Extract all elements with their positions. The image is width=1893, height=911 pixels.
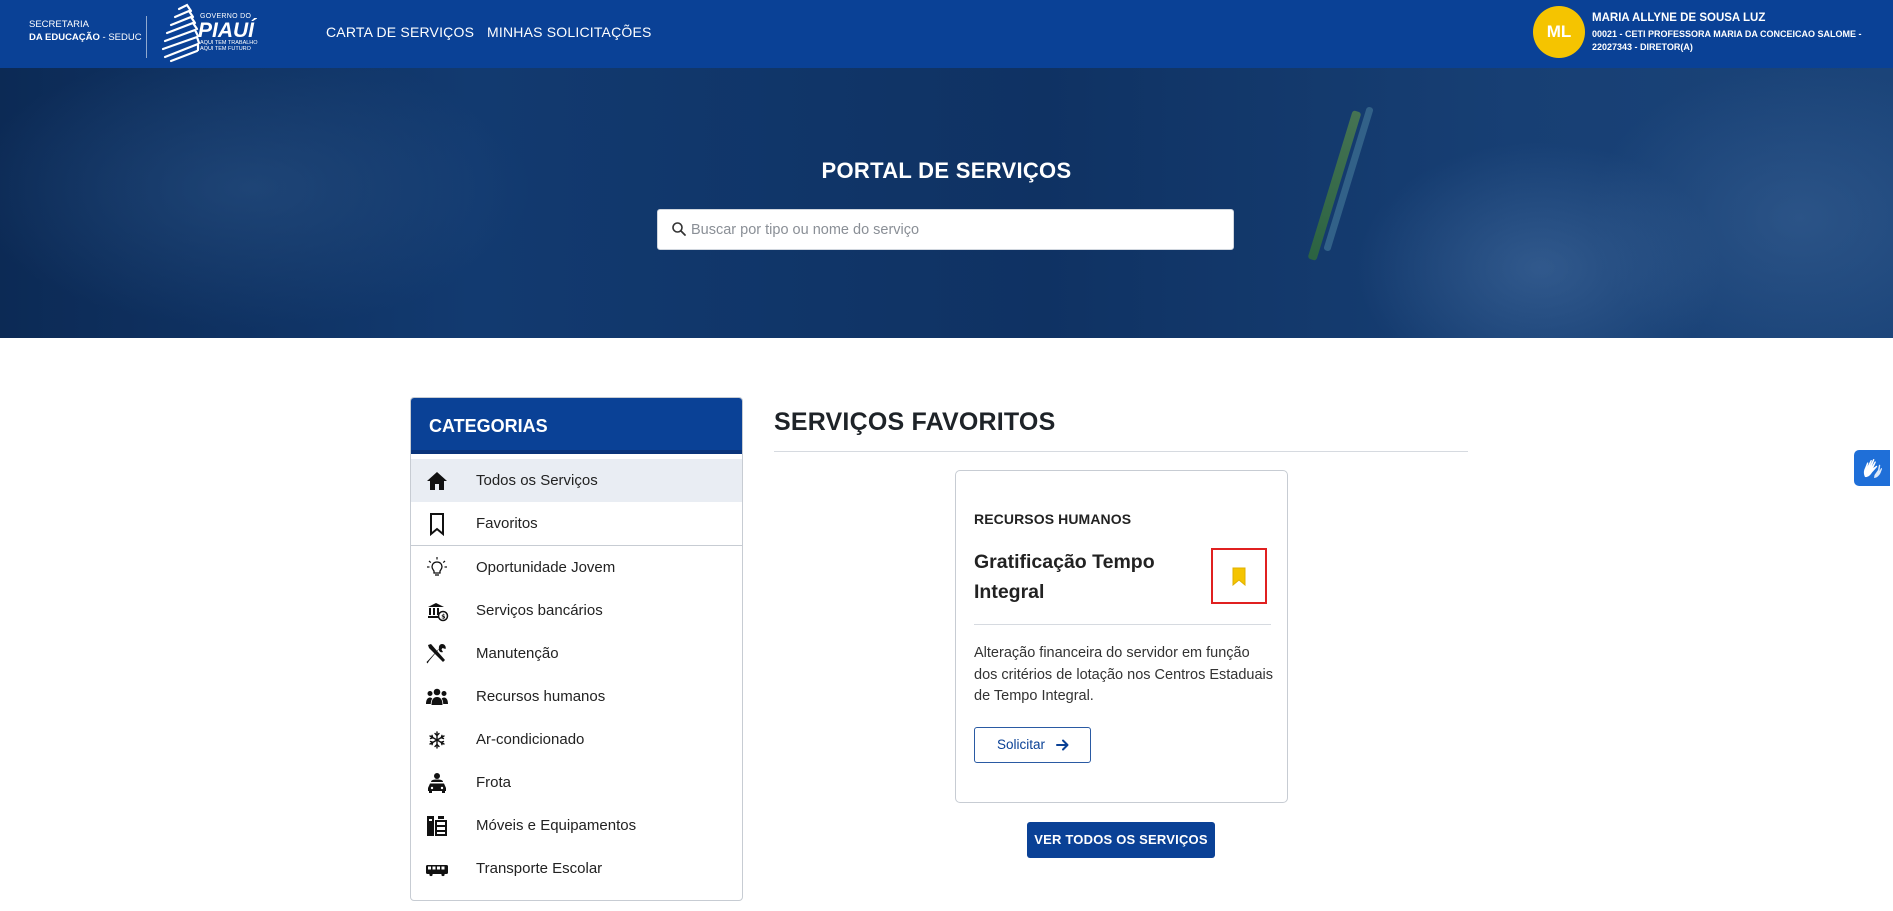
snowflake-icon: [429, 731, 445, 749]
nav-minhas-solicitacoes[interactable]: MINHAS SOLICITAÇÕES: [487, 24, 652, 40]
category-recursos-humanos[interactable]: Recursos humanos: [411, 675, 742, 718]
category-todos-os-servicos[interactable]: Todos os Serviços: [411, 459, 742, 502]
category-label: Recursos humanos: [476, 688, 606, 705]
people-icon: [426, 688, 448, 705]
search-input[interactable]: [691, 211, 1221, 248]
sign-language-widget[interactable]: [1854, 450, 1890, 486]
top-navbar: SECRETARIA DA EDUCAÇÃO - SEDUC GOVERNO D…: [0, 0, 1893, 68]
bookmark-outline-icon: [430, 513, 444, 536]
seduc-brand[interactable]: SECRETARIA DA EDUCAÇÃO - SEDUC: [29, 18, 142, 44]
bank-icon: $: [428, 603, 449, 622]
category-label: Frota: [476, 774, 512, 791]
see-all-services-button[interactable]: VER TODOS OS SERVIÇOS: [1027, 822, 1215, 858]
category-oportunidade-jovem[interactable]: Oportunidade Jovem: [411, 546, 742, 589]
furniture-icon: [427, 816, 447, 836]
category-label: Móveis e Equipamentos: [476, 817, 637, 834]
search-icon: [672, 222, 686, 236]
page-title: PORTAL DE SERVIÇOS: [821, 158, 1072, 183]
driver-car-icon: [428, 773, 446, 793]
category-label: Serviços bancários: [476, 602, 603, 619]
brand-line1: SECRETARIA: [29, 19, 90, 30]
category-transporte-escolar[interactable]: Transporte Escolar: [411, 847, 742, 890]
bookmark-filled-icon: [1232, 567, 1246, 586]
category-manutencao[interactable]: Manutenção: [411, 632, 742, 675]
brand-divider: [146, 16, 147, 58]
gov-tagline-2: AQUI TEM FUTURO: [200, 46, 251, 52]
search-bar[interactable]: [657, 209, 1234, 250]
category-favoritos[interactable]: Favoritos: [411, 502, 742, 545]
category-servicos-bancarios[interactable]: $ Serviços bancários: [411, 589, 742, 632]
favorites-title: SERVIÇOS FAVORITOS: [774, 408, 1056, 436]
category-label: Manutenção: [476, 645, 559, 662]
gov-tagline: AQUI TEM TRABALHO AQUI TEM FUTURO: [200, 40, 258, 52]
tools-icon: [426, 644, 446, 664]
card-divider: [974, 624, 1271, 625]
home-icon: [427, 472, 447, 490]
hero-banner: [0, 68, 1893, 338]
service-title: Gratificação Tempo Integral: [974, 551, 1155, 603]
category-label: Transporte Escolar: [476, 860, 603, 877]
arrow-right-icon: [1056, 739, 1069, 751]
svg-text:$: $: [441, 614, 445, 621]
service-card: RECURSOS HUMANOS Gratificação Tempo Inte…: [955, 470, 1288, 803]
category-label: Todos os Serviços: [476, 472, 598, 489]
category-moveis-e-equipamentos[interactable]: Móveis e Equipamentos: [411, 804, 742, 847]
favorites-divider: [774, 451, 1468, 452]
categories-title: CATEGORIAS: [411, 398, 742, 454]
solicitar-label: Solicitar: [997, 737, 1046, 752]
service-category: RECURSOS HUMANOS: [974, 511, 1132, 527]
categories-panel: CATEGORIAS Todos os Serviços Favoritos O…: [410, 397, 743, 901]
brand-line2-rest: - SEDUC: [99, 32, 142, 43]
favorite-toggle-button[interactable]: [1211, 548, 1267, 604]
category-label: Oportunidade Jovem: [476, 559, 616, 576]
nav-carta-de-servicos[interactable]: CARTA DE SERVIÇOS: [326, 24, 474, 40]
category-frota[interactable]: Frota: [411, 761, 742, 804]
category-label: Ar-condicionado: [476, 731, 585, 748]
user-name[interactable]: MARIA ALLYNE DE SOUSA LUZ: [1592, 12, 1765, 24]
user-school-info: 00021 - CETI PROFESSORA MARIA DA CONCEIC…: [1592, 29, 1862, 52]
bus-icon: [426, 865, 448, 877]
lightbulb-icon: [427, 557, 447, 576]
category-ar-condicionado[interactable]: Ar-condicionado: [411, 718, 742, 761]
brand-line2-bold: DA EDUCAÇÃO: [29, 32, 100, 43]
solicitar-button[interactable]: Solicitar: [974, 727, 1091, 763]
service-description: Alteração financeira do servidor em funç…: [974, 645, 1274, 704]
user-avatar[interactable]: ML: [1533, 6, 1585, 58]
sign-language-hands-icon: [1863, 459, 1883, 478]
category-label: Favoritos: [476, 515, 538, 532]
